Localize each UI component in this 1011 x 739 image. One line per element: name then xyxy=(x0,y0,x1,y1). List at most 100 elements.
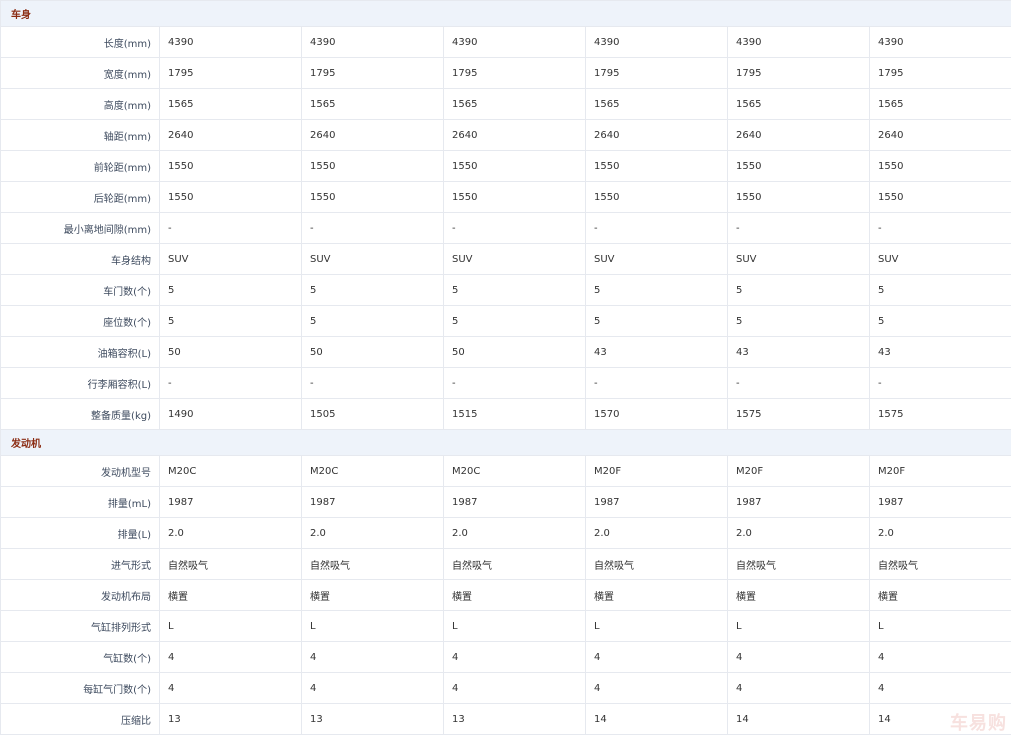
spec-cell: 13 xyxy=(159,703,302,735)
table-row: 高度(mm) 1565 1565 1565 1565 1565 1565 xyxy=(0,88,1011,120)
spec-cell: 5 xyxy=(301,305,444,337)
spec-cell: 1987 xyxy=(727,486,870,518)
spec-cell: 4 xyxy=(301,672,444,704)
spec-cell: - xyxy=(159,212,302,244)
spec-cell: 5 xyxy=(443,305,586,337)
spec-cell: M20F xyxy=(585,455,728,487)
spec-cell: 横置 xyxy=(301,579,444,611)
spec-cell: 4 xyxy=(159,672,302,704)
spec-table: 车身 长度(mm) 4390 4390 4390 4390 4390 4390 宽度(mm) 17… xyxy=(0,0,1011,735)
row-label: 排量(L) xyxy=(0,517,160,549)
spec-cell: 4 xyxy=(443,641,586,673)
spec-cell: 2640 xyxy=(159,119,302,151)
spec-cell: 4390 xyxy=(727,26,870,58)
spec-cell: 1565 xyxy=(159,88,302,120)
table-row: 压缩比 13 13 13 14 14 14 xyxy=(0,703,1011,735)
table-row: 油箱容积(L) 50 50 50 43 43 43 xyxy=(0,336,1011,368)
spec-cell: 4 xyxy=(868,672,1011,704)
spec-cell: 1505 xyxy=(301,398,444,430)
table-row: 气缸排列形式 L L L L L L xyxy=(0,610,1011,642)
spec-cell: 1575 xyxy=(727,398,870,430)
spec-cell: L xyxy=(585,610,728,642)
spec-cell: 1565 xyxy=(585,88,728,120)
spec-cell: - xyxy=(585,212,728,244)
spec-cell: 4 xyxy=(585,641,728,673)
table-row: 宽度(mm) 1795 1795 1795 1795 1795 1795 xyxy=(0,57,1011,89)
table-row: 每缸气门数(个) 4 4 4 4 4 4 xyxy=(0,672,1011,704)
spec-cell: 5 xyxy=(159,274,302,306)
section-title: 发动机 xyxy=(0,429,1011,456)
spec-cell: 1987 xyxy=(585,486,728,518)
row-label: 发动机型号 xyxy=(0,455,160,487)
spec-cell: - xyxy=(159,367,302,399)
spec-cell: L xyxy=(727,610,870,642)
spec-cell: 43 xyxy=(868,336,1011,368)
row-label: 车门数(个) xyxy=(0,274,160,306)
spec-cell: 14 xyxy=(868,703,1011,735)
spec-cell: 2.0 xyxy=(443,517,586,549)
table-row: 车身结构 SUV SUV SUV SUV SUV SUV xyxy=(0,243,1011,275)
spec-cell: 43 xyxy=(727,336,870,368)
spec-cell: 13 xyxy=(443,703,586,735)
spec-cell: L xyxy=(868,610,1011,642)
row-label: 前轮距(mm) xyxy=(0,150,160,182)
table-row: 行李厢容积(L) - - - - - - xyxy=(0,367,1011,399)
row-label: 车身结构 xyxy=(0,243,160,275)
table-row: 车门数(个) 5 5 5 5 5 5 xyxy=(0,274,1011,306)
row-label: 轴距(mm) xyxy=(0,119,160,151)
spec-cell: 横置 xyxy=(585,579,728,611)
spec-cell: 1550 xyxy=(727,181,870,213)
spec-cell: 4390 xyxy=(868,26,1011,58)
spec-cell: 1550 xyxy=(868,150,1011,182)
row-label: 后轮距(mm) xyxy=(0,181,160,213)
spec-cell: 1550 xyxy=(585,150,728,182)
spec-cell: 2.0 xyxy=(301,517,444,549)
spec-cell: 2640 xyxy=(301,119,444,151)
spec-cell: 4390 xyxy=(585,26,728,58)
table-row: 发动机型号 M20C M20C M20C M20F M20F M20F xyxy=(0,455,1011,487)
spec-cell: 1550 xyxy=(159,150,302,182)
table-row: 发动机布局 横置 横置 横置 横置 横置 横置 xyxy=(0,579,1011,611)
spec-cell: 4 xyxy=(868,641,1011,673)
row-label: 气缸排列形式 xyxy=(0,610,160,642)
spec-cell: 5 xyxy=(868,305,1011,337)
section-title: 车身 xyxy=(0,0,1011,27)
spec-cell: 4 xyxy=(727,672,870,704)
spec-cell: 1795 xyxy=(443,57,586,89)
row-label: 压缩比 xyxy=(0,703,160,735)
spec-cell: 1565 xyxy=(868,88,1011,120)
spec-cell: 2640 xyxy=(443,119,586,151)
spec-cell: 5 xyxy=(159,305,302,337)
table-row: 排量(L) 2.0 2.0 2.0 2.0 2.0 2.0 xyxy=(0,517,1011,549)
spec-cell: - xyxy=(727,212,870,244)
spec-cell: 2.0 xyxy=(159,517,302,549)
spec-cell: 50 xyxy=(159,336,302,368)
spec-cell: 50 xyxy=(301,336,444,368)
table-row: 气缸数(个) 4 4 4 4 4 4 xyxy=(0,641,1011,673)
spec-cell: SUV xyxy=(585,243,728,275)
row-label: 高度(mm) xyxy=(0,88,160,120)
table-row: 最小离地间隙(mm) - - - - - - xyxy=(0,212,1011,244)
spec-cell: SUV xyxy=(868,243,1011,275)
row-label: 进气形式 xyxy=(0,548,160,580)
spec-cell: - xyxy=(301,367,444,399)
spec-cell: M20C xyxy=(443,455,586,487)
spec-cell: L xyxy=(443,610,586,642)
table-row: 座位数(个) 5 5 5 5 5 5 xyxy=(0,305,1011,337)
spec-cell: 自然吸气 xyxy=(443,548,586,580)
spec-cell: 1795 xyxy=(585,57,728,89)
table-row: 后轮距(mm) 1550 1550 1550 1550 1550 1550 xyxy=(0,181,1011,213)
spec-cell: 1550 xyxy=(585,181,728,213)
spec-cell: 14 xyxy=(727,703,870,735)
spec-cell: 2640 xyxy=(585,119,728,151)
row-label: 油箱容积(L) xyxy=(0,336,160,368)
spec-cell: 5 xyxy=(585,305,728,337)
spec-cell: 横置 xyxy=(159,579,302,611)
spec-cell: 1550 xyxy=(301,181,444,213)
spec-cell: 1795 xyxy=(301,57,444,89)
spec-cell: - xyxy=(443,367,586,399)
spec-cell: 5 xyxy=(585,274,728,306)
spec-cell: 4390 xyxy=(443,26,586,58)
spec-cell: - xyxy=(868,367,1011,399)
spec-cell: 2.0 xyxy=(585,517,728,549)
